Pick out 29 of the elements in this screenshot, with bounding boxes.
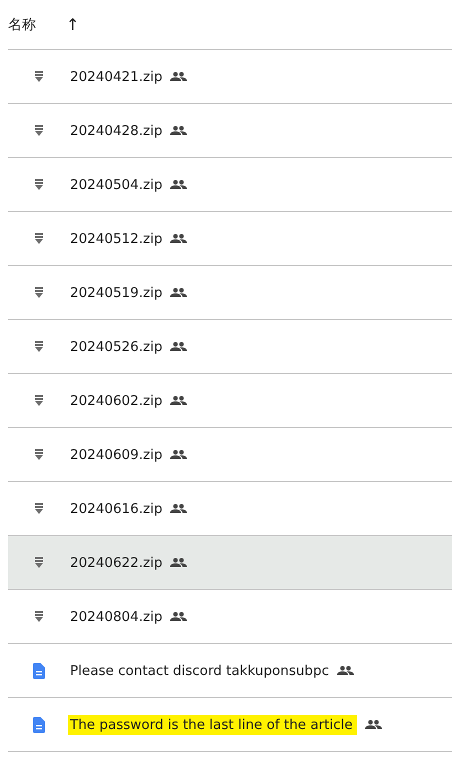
archive-icon	[35, 557, 43, 568]
file-name: 20240602.zip	[70, 392, 162, 408]
archive-icon	[35, 179, 43, 190]
file-name: 20240519.zip	[70, 284, 162, 300]
file-row[interactable]: 20240622.zip	[8, 536, 452, 590]
archive-icon	[35, 611, 43, 622]
archive-icon	[35, 449, 43, 460]
file-name: 20240512.zip	[70, 230, 162, 246]
file-name: 20240504.zip	[70, 176, 162, 192]
document-icon	[33, 716, 45, 732]
archive-icon	[35, 287, 43, 298]
file-name: 20240804.zip	[70, 608, 162, 624]
archive-icon	[35, 71, 43, 82]
file-name: Please contact discord takkuponsubpc	[70, 662, 329, 678]
archive-icon	[35, 395, 43, 406]
archive-icon	[35, 125, 43, 136]
file-name: 20240616.zip	[70, 500, 162, 516]
archive-icon	[35, 233, 43, 244]
file-name: 20240622.zip	[70, 554, 162, 570]
sort-arrow[interactable]: ↑	[66, 15, 80, 34]
file-name: 20240609.zip	[70, 446, 162, 462]
document-icon	[33, 662, 45, 678]
column-header[interactable]: 名称	[8, 16, 36, 34]
file-name: 20240421.zip	[70, 68, 162, 84]
archive-icon	[35, 341, 43, 352]
file-name: The password is the last line of the article	[68, 714, 357, 734]
archive-icon	[35, 503, 43, 514]
file-name: 20240526.zip	[70, 338, 162, 354]
file-name: 20240428.zip	[70, 122, 162, 138]
